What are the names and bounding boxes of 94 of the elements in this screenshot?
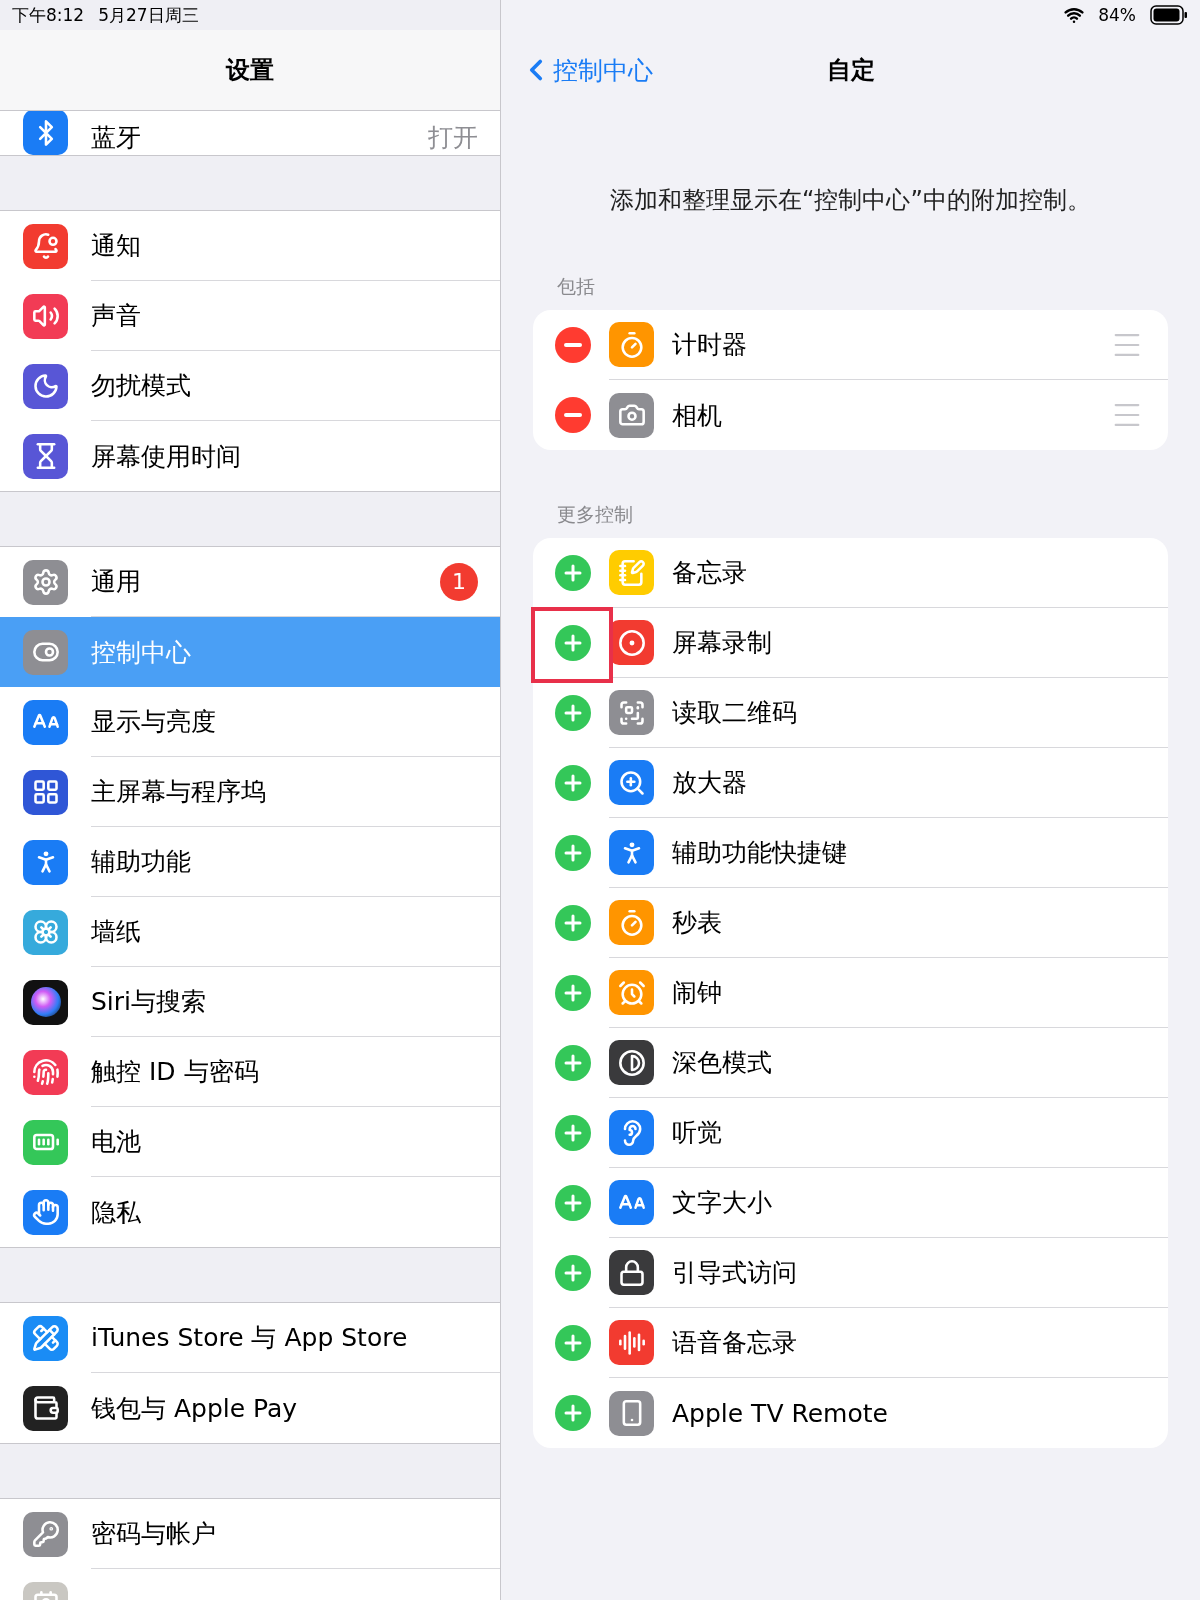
hourglass-icon (23, 433, 68, 479)
remove-button[interactable] (555, 397, 591, 433)
add-button[interactable] (555, 625, 591, 661)
add-button[interactable] (555, 905, 591, 941)
add-button[interactable] (555, 835, 591, 871)
add-button[interactable] (555, 555, 591, 591)
control-label: 相机 (672, 399, 723, 432)
timer-icon (609, 322, 654, 367)
add-button[interactable] (555, 1325, 591, 1361)
text-size-icon (23, 699, 68, 745)
item-value: 打开 (428, 121, 478, 154)
item-label: 辅助功能 (91, 846, 191, 878)
control-label: 放大器 (672, 767, 748, 799)
nav-title: 自定 (826, 55, 875, 86)
control-label: 引导式访问 (672, 1257, 798, 1289)
item-label: Siri与搜索 (91, 986, 207, 1018)
control-label: 辅助功能快捷键 (672, 837, 848, 869)
add-button[interactable] (555, 695, 591, 731)
item-label: 声音 (91, 300, 141, 332)
control-label: 备忘录 (672, 557, 748, 589)
key-icon (23, 1511, 68, 1557)
camera-icon (609, 392, 654, 438)
magnifier-icon (609, 760, 654, 805)
item-label: 屏幕使用时间 (91, 440, 241, 473)
battery-icon (23, 1119, 68, 1165)
control-label: 文字大小 (672, 1187, 773, 1219)
add-button[interactable] (555, 1115, 591, 1151)
battery-percent: 84% (1098, 5, 1136, 25)
moon-icon (23, 363, 68, 409)
control-label: 语音备忘录 (672, 1327, 798, 1359)
wallet-icon (23, 1385, 68, 1431)
item-label: 主屏幕与程序坞 (91, 776, 266, 808)
control-label: 闹钟 (672, 977, 723, 1009)
minus-icon (564, 413, 582, 417)
add-button[interactable] (555, 1185, 591, 1221)
control-label: 秒表 (672, 907, 723, 939)
control-label: 屏幕录制 (672, 627, 773, 659)
stopwatch-icon (609, 900, 654, 945)
add-button[interactable] (555, 1395, 591, 1431)
item-label: 隐私 (91, 1196, 141, 1229)
grid-icon (23, 769, 68, 815)
add-button[interactable] (555, 1255, 591, 1291)
control-label: 计时器 (672, 329, 748, 361)
item-label: 控制中心 (91, 636, 191, 669)
control-label: Apple TV Remote (672, 1398, 889, 1428)
control-label: 听觉 (672, 1117, 723, 1149)
section-header: 更多控制 (557, 502, 634, 527)
back-link[interactable]: 控制中心 (519, 53, 653, 87)
ear-icon (609, 1110, 654, 1155)
battery-icon (1150, 5, 1188, 25)
fingerprint-icon (23, 1049, 68, 1095)
add-button[interactable] (555, 765, 591, 801)
item-label: 钱包与 Apple Pay (91, 1392, 298, 1425)
item-label: 触控 ID 与密码 (91, 1056, 259, 1088)
remote-icon (609, 1390, 654, 1436)
notification-badge: 1 (440, 562, 478, 601)
item-label: 显示与亮度 (91, 706, 216, 738)
description: 添加和整理显示在“控制中心”中的附加控制。 (609, 185, 1092, 216)
minus-icon (564, 343, 582, 347)
wifi-icon (1064, 5, 1085, 25)
alarm-clock-icon (609, 970, 654, 1015)
orb-icon (23, 979, 68, 1025)
flower-icon (23, 909, 68, 955)
speaker-icon (23, 293, 68, 339)
item-label: 密码与帐户 (91, 1518, 216, 1550)
section-header: 包括 (557, 274, 596, 299)
item-label: 勿扰模式 (91, 370, 191, 402)
control-label: 深色模式 (672, 1047, 773, 1079)
item-label: 墙纸 (91, 916, 141, 948)
nav-title: 设置 (226, 55, 274, 86)
bell-icon (23, 223, 68, 269)
waveform-icon (609, 1320, 654, 1365)
control-label: 读取二维码 (672, 697, 798, 729)
lock-icon (609, 1250, 654, 1295)
contrast-icon (609, 1040, 654, 1085)
remove-button[interactable] (555, 327, 591, 363)
toggle-icon (23, 629, 68, 675)
note-icon (609, 550, 654, 595)
item-label: 蓝牙 (91, 121, 141, 154)
status-time: 下午8:12 (12, 3, 85, 27)
person-icon (609, 830, 654, 875)
status-date: 5月27日周三 (98, 3, 199, 27)
person-icon (23, 839, 68, 885)
hand-icon (23, 1189, 68, 1235)
add-button[interactable] (555, 975, 591, 1011)
pencil-ruler-icon (23, 1315, 68, 1361)
item-label: 电池 (91, 1126, 141, 1158)
item-label: 通知 (91, 230, 141, 262)
item-label: 通用 (91, 566, 141, 598)
gear-icon (23, 559, 68, 605)
text-size-icon (609, 1180, 654, 1225)
item-label: iTunes Store 与 App Store (91, 1322, 408, 1354)
add-button[interactable] (555, 1045, 591, 1081)
qr-code-icon (609, 690, 654, 735)
